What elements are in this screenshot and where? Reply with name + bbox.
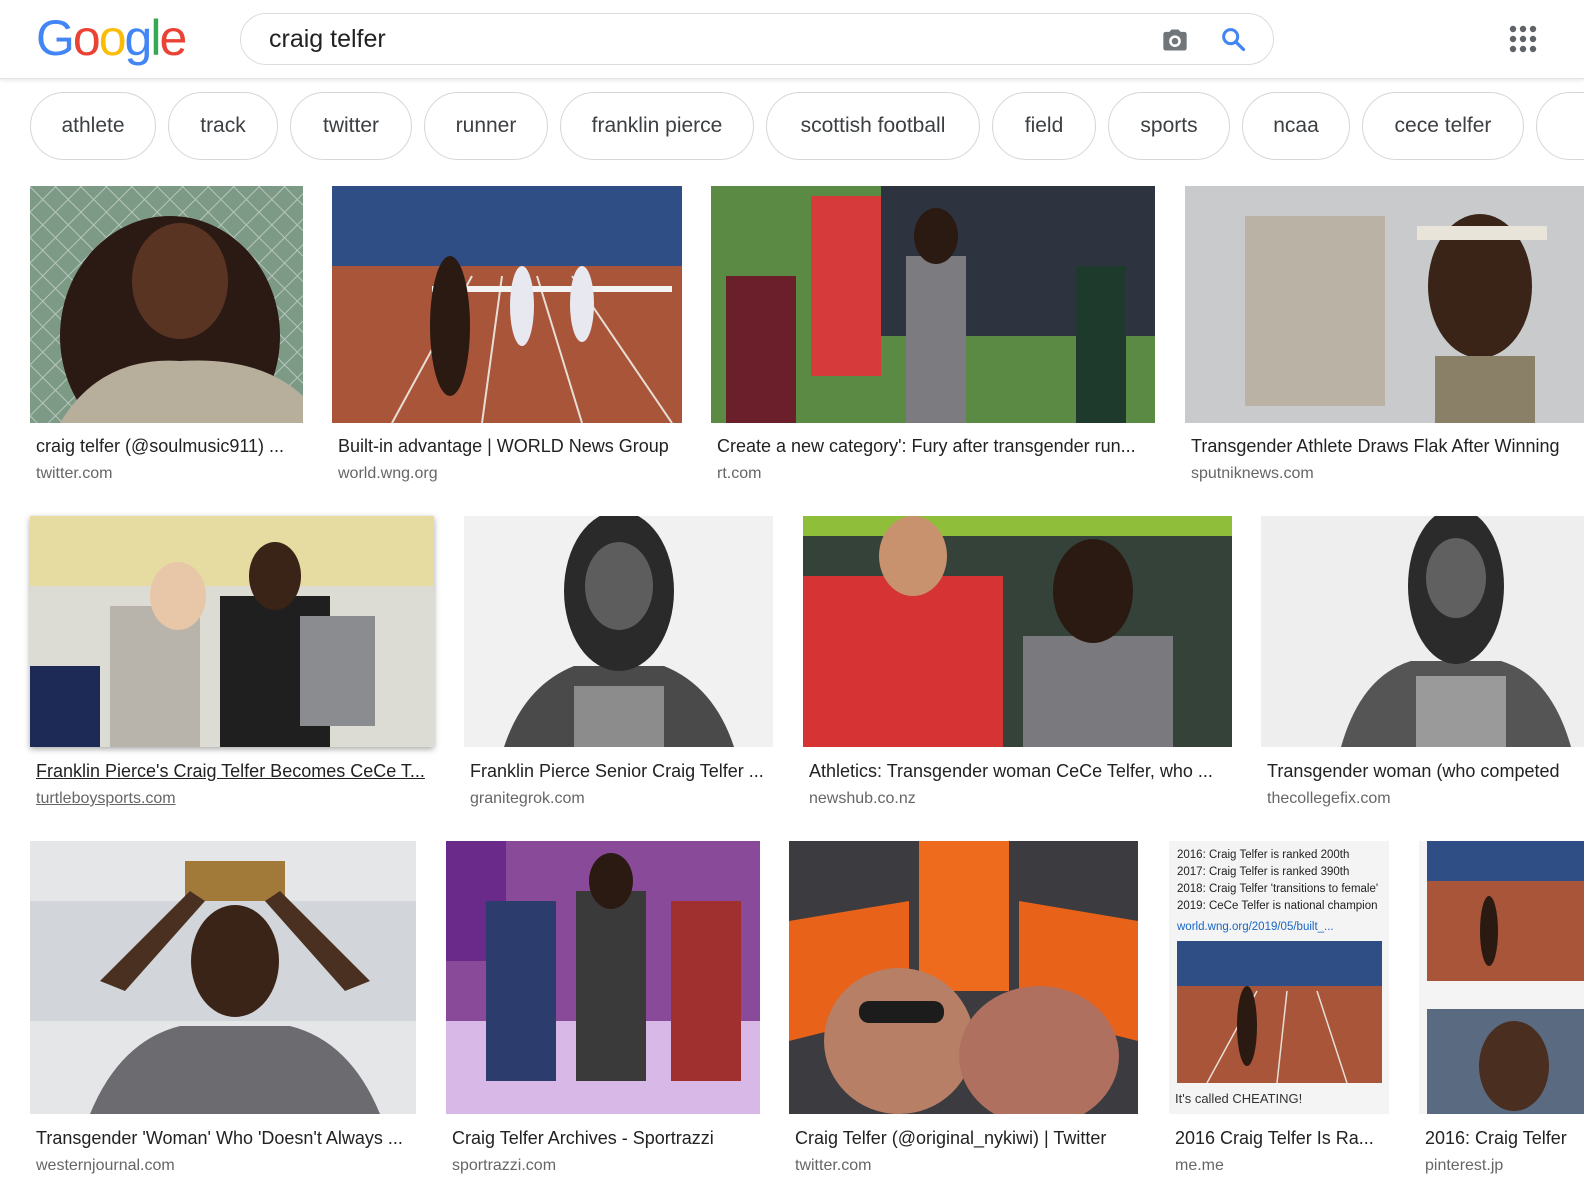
chip-sports[interactable]: sports (1108, 92, 1230, 160)
result-title[interactable]: Craig Telfer Archives - Sportrazzi (452, 1128, 757, 1149)
camera-icon[interactable] (1161, 26, 1189, 54)
result-title[interactable]: Built-in advantage | WORLD News Group (338, 436, 678, 457)
result-image[interactable] (332, 186, 682, 423)
top-bar: Google (0, 0, 1584, 79)
search-input[interactable] (269, 24, 1129, 54)
chip-cece-telfer[interactable]: cece telfer (1362, 92, 1524, 160)
result-source[interactable]: sportrazzi.com (452, 1157, 757, 1175)
result-title[interactable]: Craig Telfer (@original_nykiwi) | Twitte… (795, 1128, 1135, 1149)
result-image[interactable] (1185, 186, 1584, 423)
chip-track[interactable]: track (168, 92, 278, 160)
apps-grid-icon[interactable] (1508, 24, 1538, 54)
related-search-chips: athlete track twitter runner franklin pi… (0, 78, 1584, 176)
meme-line: 2018: Craig Telfer 'transitions to femal… (1177, 883, 1379, 895)
google-logo[interactable]: Google (36, 8, 187, 68)
result-source[interactable]: twitter.com (36, 465, 296, 483)
result-title[interactable]: 2016: Craig Telfer (1425, 1128, 1584, 1149)
result-source[interactable]: westernjournal.com (36, 1157, 411, 1175)
result-source[interactable]: pinterest.jp (1425, 1157, 1584, 1175)
chip-ncaa[interactable]: ncaa (1242, 92, 1350, 160)
meme-link: world.wng.org/2019/05/built_... (1177, 921, 1334, 933)
result-source[interactable]: rt.com (717, 465, 1147, 483)
result-image[interactable] (30, 186, 303, 423)
search-icon[interactable] (1219, 25, 1247, 53)
result-image[interactable] (711, 186, 1155, 423)
result-image[interactable] (30, 841, 416, 1114)
result-source[interactable]: world.wng.org (338, 465, 678, 483)
result-source[interactable]: turtleboysports.com (36, 790, 431, 808)
result-image[interactable] (464, 516, 773, 747)
result-image[interactable] (446, 841, 760, 1114)
result-image[interactable] (789, 841, 1138, 1114)
result-source[interactable]: granitegrok.com (470, 790, 770, 808)
result-title[interactable]: Franklin Pierce's Craig Telfer Becomes C… (36, 761, 431, 782)
result-image[interactable] (1419, 841, 1584, 1114)
chip-more[interactable] (1536, 92, 1584, 160)
chip-runner[interactable]: runner (424, 92, 548, 160)
result-image[interactable]: 2016: Craig Telfer is ranked 200th 2017:… (1169, 841, 1389, 1114)
result-title[interactable]: Transgender Athlete Draws Flak After Win… (1191, 436, 1584, 457)
result-title[interactable]: Franklin Pierce Senior Craig Telfer ... (470, 761, 770, 782)
chip-field[interactable]: field (992, 92, 1096, 160)
chip-twitter[interactable]: twitter (290, 92, 412, 160)
result-image[interactable] (30, 516, 434, 747)
result-title[interactable]: Athletics: Transgender woman CeCe Telfer… (809, 761, 1224, 782)
result-image[interactable] (1261, 516, 1584, 747)
result-source[interactable]: sputniknews.com (1191, 465, 1584, 483)
result-source[interactable]: twitter.com (795, 1157, 1135, 1175)
result-source[interactable]: newshub.co.nz (809, 790, 1224, 808)
chip-franklin-pierce[interactable]: franklin pierce (560, 92, 754, 160)
result-title[interactable]: Transgender woman (who competed (1267, 761, 1584, 782)
result-source[interactable]: me.me (1175, 1157, 1385, 1175)
chip-athlete[interactable]: athlete (30, 92, 156, 160)
search-box[interactable] (240, 13, 1274, 65)
result-title[interactable]: Create a new category': Fury after trans… (717, 436, 1147, 457)
result-title[interactable]: craig telfer (@soulmusic911) ... (36, 436, 296, 457)
result-title[interactable]: Transgender 'Woman' Who 'Doesn't Always … (36, 1128, 411, 1149)
meme-line: 2016: Craig Telfer is ranked 200th (1177, 849, 1350, 861)
chip-scottish-football[interactable]: scottish football (766, 92, 980, 160)
result-title[interactable]: 2016 Craig Telfer Is Ra... (1175, 1128, 1385, 1149)
result-image[interactable] (803, 516, 1232, 747)
meme-line: 2019: CeCe Telfer is national champion (1177, 900, 1378, 912)
result-source[interactable]: thecollegefix.com (1267, 790, 1584, 808)
meme-line: 2017: Craig Telfer is ranked 390th (1177, 866, 1350, 878)
meme-caption: It's called CHEATING! (1175, 1091, 1303, 1106)
